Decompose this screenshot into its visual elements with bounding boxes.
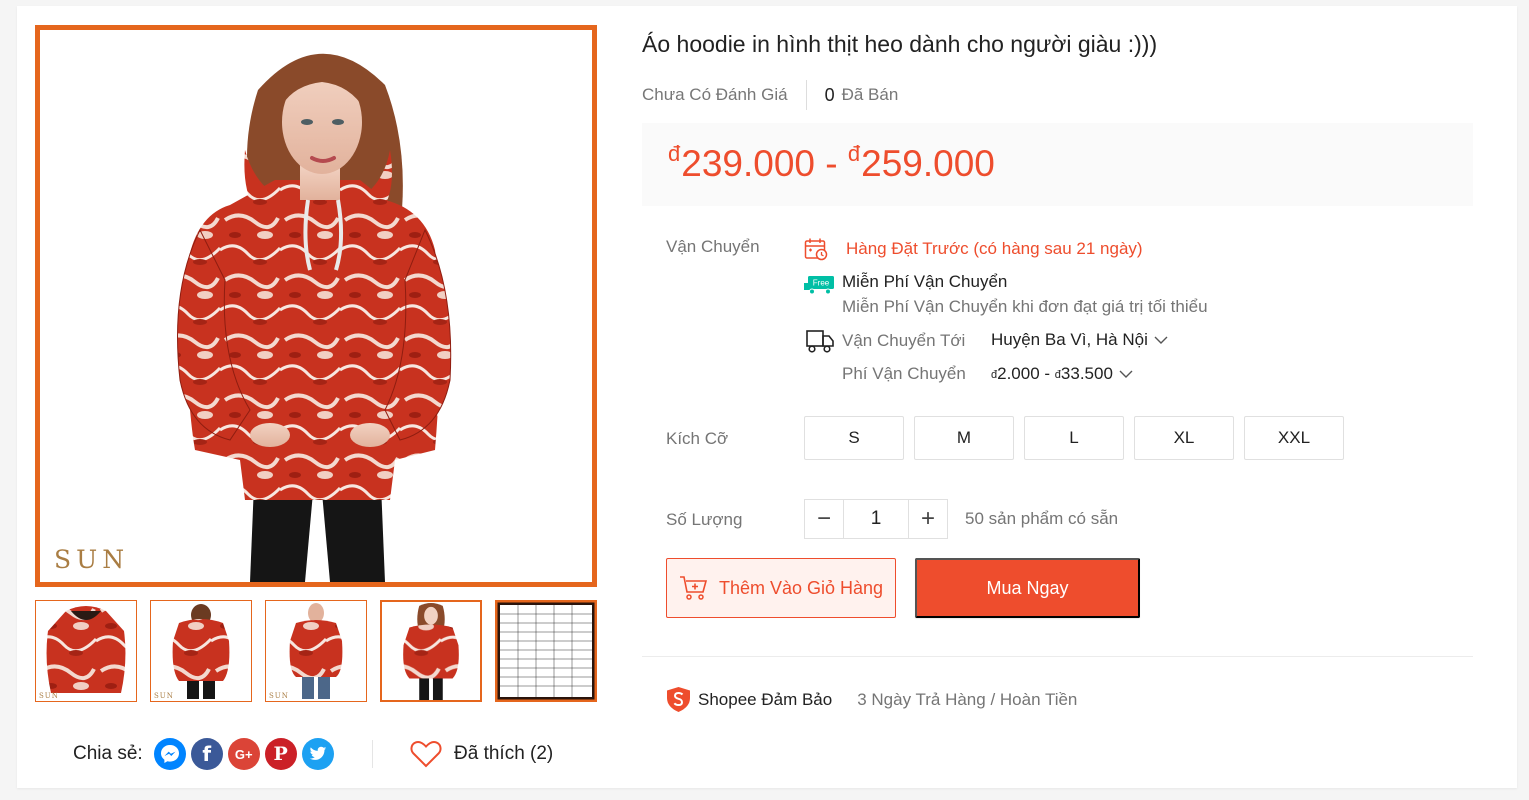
free-shipping-title: Miễn Phí Vận Chuyển bbox=[842, 272, 1008, 291]
shopee-guarantee[interactable]: Shopee Đảm Bảo 3 Ngày Trả Hàng / Hoàn Ti… bbox=[666, 686, 1077, 713]
fee-currency: đ bbox=[991, 369, 998, 381]
size-label: Kích Cỡ bbox=[666, 429, 729, 448]
share-bar: Chia sẻ: f G+ P bbox=[73, 737, 334, 771]
price-box: đ239.000 - đ259.000 bbox=[642, 123, 1473, 206]
add-to-cart-label: Thêm Vào Giỏ Hàng bbox=[718, 577, 884, 598]
rating-divider bbox=[805, 80, 807, 110]
quantity-increase-button[interactable]: + bbox=[908, 499, 948, 539]
thumbnail-strip: SUN SUN SUN bbox=[35, 600, 597, 702]
shipping-label: Vận Chuyển bbox=[666, 237, 760, 256]
messenger-icon[interactable] bbox=[153, 738, 186, 770]
free-shipping-subtitle: Miễn Phí Vận Chuyển khi đơn đạt giá trị … bbox=[842, 297, 1208, 316]
watermark-text: SUN bbox=[54, 545, 130, 574]
share-like-divider bbox=[372, 740, 373, 768]
free-shipping-row: Free Miễn Phí Vận Chuyển bbox=[804, 272, 1007, 295]
size-option-s[interactable]: S bbox=[804, 416, 904, 460]
thumb-watermark: SUN bbox=[269, 692, 289, 700]
size-option-m[interactable]: M bbox=[914, 416, 1014, 460]
price-range: đ239.000 - đ259.000 bbox=[668, 141, 995, 185]
guarantee-description: 3 Ngày Trả Hàng / Hoàn Tiền bbox=[857, 689, 1078, 709]
thumb-hoodie-model-man[interactable]: SUN bbox=[265, 600, 367, 702]
fee-max: 33.500 bbox=[1060, 364, 1113, 383]
free-badge-text: Free bbox=[813, 279, 830, 288]
sold-count: 0 bbox=[824, 84, 835, 105]
shipping-fee-label: Phí Vận Chuyển bbox=[842, 364, 966, 383]
heart-icon bbox=[410, 741, 442, 768]
hoodie-model-image bbox=[40, 30, 592, 582]
price-separator: - bbox=[825, 143, 838, 184]
truck-icon bbox=[806, 330, 834, 353]
quantity-label: Số Lượng bbox=[666, 510, 743, 529]
buy-now-button[interactable]: Mua Ngay bbox=[915, 558, 1140, 618]
thumb-size-chart[interactable] bbox=[495, 600, 597, 702]
fee-currency: đ bbox=[1054, 369, 1061, 381]
shipping-fee-selector[interactable]: đ 2.000 - đ 33.500 bbox=[991, 364, 1133, 384]
currency-symbol: đ bbox=[847, 141, 861, 166]
free-shipping-truck-icon: Free bbox=[804, 275, 835, 295]
like-count-text: Đã thích (2) bbox=[454, 743, 554, 764]
product-title: Áo hoodie in hình thịt heo dành cho ngườ… bbox=[642, 31, 1158, 57]
fee-min: 2.000 bbox=[997, 364, 1040, 383]
main-product-image[interactable]: SUN bbox=[35, 25, 597, 587]
size-option-xl[interactable]: XL bbox=[1134, 416, 1234, 460]
thumb-hoodie-front[interactable]: SUN bbox=[35, 600, 137, 702]
sold-label: Đã Bán bbox=[841, 85, 899, 104]
size-option-xxl[interactable]: XXL bbox=[1244, 416, 1344, 460]
ship-to-value: Huyện Ba Vì, Hà Nội bbox=[991, 330, 1148, 349]
stock-text: 50 sản phẩm có sẵn bbox=[965, 509, 1119, 528]
price-max: 259.000 bbox=[861, 143, 995, 184]
add-to-cart-button[interactable]: Thêm Vào Giỏ Hàng bbox=[666, 558, 896, 618]
currency-symbol: đ bbox=[668, 141, 681, 166]
ship-to-label: Vận Chuyển Tới bbox=[842, 331, 966, 350]
price-min: 239.000 bbox=[681, 143, 815, 184]
chevron-down-icon bbox=[1119, 370, 1133, 378]
quantity-stepper: − 1 + bbox=[804, 499, 948, 539]
share-label: Chia sẻ: bbox=[73, 743, 143, 764]
quantity-decrease-button[interactable]: − bbox=[804, 499, 844, 539]
twitter-icon[interactable] bbox=[301, 738, 334, 770]
thumb-hoodie-back[interactable]: SUN bbox=[150, 600, 252, 702]
preorder-row: Hàng Đặt Trước (có hàng sau 21 ngày) bbox=[804, 237, 1143, 261]
thumb-hoodie-model-woman[interactable] bbox=[380, 600, 482, 702]
calendar-clock-icon bbox=[804, 238, 828, 261]
shield-icon bbox=[667, 687, 690, 712]
ship-to-selector[interactable]: Huyện Ba Vì, Hà Nội bbox=[991, 330, 1168, 350]
facebook-icon[interactable]: f bbox=[190, 738, 223, 770]
chevron-down-icon bbox=[1154, 336, 1168, 344]
size-option-l[interactable]: L bbox=[1024, 416, 1124, 460]
ship-to-row: Vận Chuyển Tới bbox=[806, 328, 965, 354]
section-divider bbox=[642, 656, 1473, 657]
preorder-text: Hàng Đặt Trước (có hàng sau 21 ngày) bbox=[846, 239, 1143, 258]
google-plus-icon[interactable]: G+ bbox=[227, 738, 260, 770]
like-button[interactable]: Đã thích (2) bbox=[410, 737, 553, 771]
rating-row: Chưa Có Đánh Giá 0 Đã Bán bbox=[642, 80, 898, 110]
thumb-watermark: SUN bbox=[39, 692, 59, 700]
thumb-watermark: SUN bbox=[154, 692, 174, 700]
guarantee-title: Shopee Đảm Bảo bbox=[698, 689, 833, 709]
pinterest-icon[interactable]: P bbox=[264, 738, 297, 770]
quantity-input[interactable]: 1 bbox=[844, 499, 908, 539]
rating-text: Chưa Có Đánh Giá bbox=[642, 85, 788, 104]
cart-add-icon bbox=[679, 576, 707, 600]
